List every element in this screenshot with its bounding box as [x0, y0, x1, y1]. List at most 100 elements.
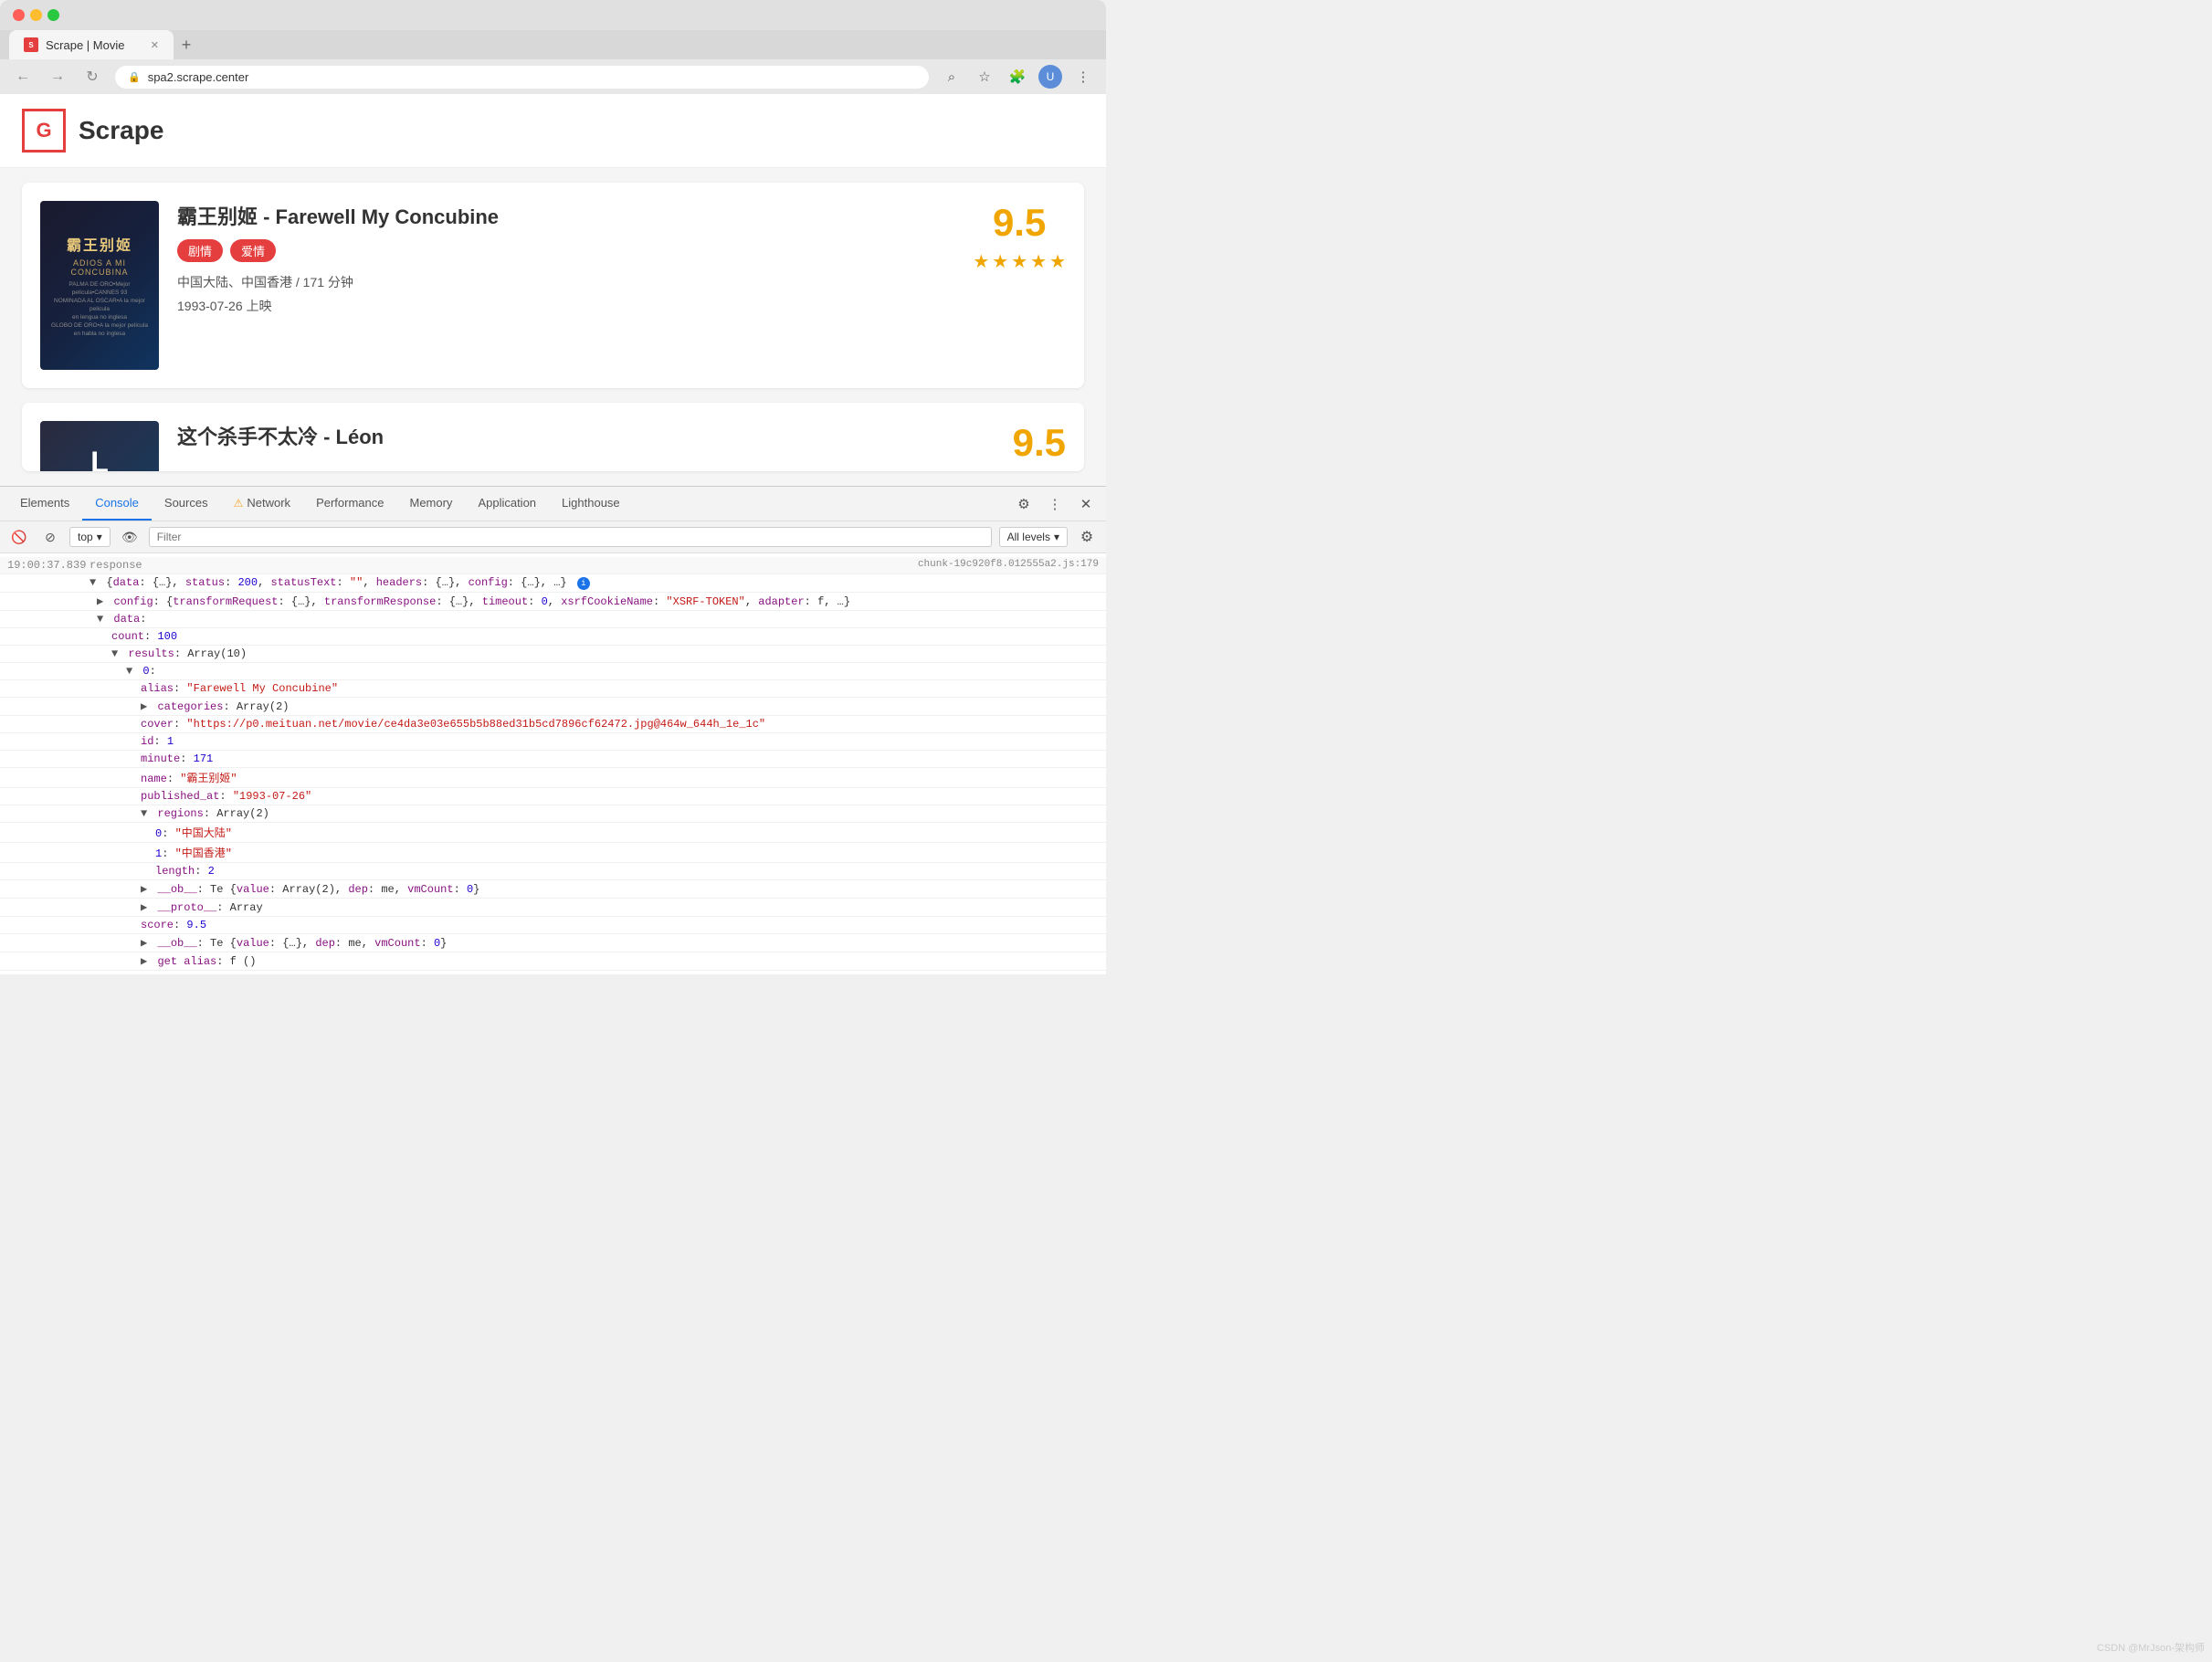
console-data: ▼ data: [97, 613, 1099, 626]
config-expand[interactable]: ▶ [97, 595, 103, 608]
url-input[interactable]: 🔒 spa2.scrape.center [115, 66, 929, 89]
bookmark-icon[interactable]: ☆ [973, 65, 996, 89]
console-region0: 0: "中国大陆" [155, 825, 1099, 840]
movie-info: 霸王别姬 - Farewell My Concubine 剧情 爱情 中国大陆、… [177, 201, 954, 315]
extensions-icon[interactable]: 🧩 [1006, 65, 1029, 89]
score-number: 9.5 [973, 201, 1066, 245]
ob2-expand[interactable]: ▶ [141, 937, 147, 950]
regions-expand[interactable]: ▼ [141, 807, 147, 820]
expand-icon[interactable]: ▼ [90, 576, 96, 589]
new-tab-icon: + [182, 36, 192, 55]
translate-icon[interactable]: ⌕ [940, 65, 964, 89]
movie-score-2: 9.5 [1013, 421, 1066, 465]
tab-console[interactable]: Console [82, 487, 152, 521]
menu-icon[interactable]: ⋮ [1071, 65, 1095, 89]
warn-icon: ⚠ [234, 497, 244, 510]
tab-lighthouse[interactable]: Lighthouse [549, 487, 633, 521]
forward-icon: → [50, 68, 65, 85]
close-button[interactable] [13, 9, 25, 21]
console-ob2-row: ▶ __ob__: Te {value: {…}, dep: me, vmCou… [0, 934, 1106, 952]
maximize-button[interactable] [47, 9, 59, 21]
refresh-button[interactable]: ↻ [80, 65, 104, 89]
item0-expand[interactable]: ▼ [126, 665, 132, 678]
lock-icon: 🔒 [128, 71, 141, 83]
tab-network[interactable]: ⚠ Network [221, 487, 303, 521]
console-source-link[interactable]: chunk-19c920f8.012555a2.js:179 [918, 559, 1099, 570]
settings-button[interactable]: ⚙ [1011, 491, 1037, 517]
console-minute-row: minute: 171 [0, 751, 1106, 768]
refresh-icon: ↻ [86, 68, 98, 86]
console-minute: minute: 171 [141, 752, 1099, 765]
console-ob2: ▶ __ob__: Te {value: {…}, dep: me, vmCou… [141, 936, 1099, 950]
log-levels-dropdown[interactable]: All levels ▾ [999, 527, 1068, 547]
console-settings-button[interactable]: ⚙ [1075, 525, 1099, 549]
console-filter-input[interactable] [149, 527, 992, 547]
close-devtools-button[interactable]: ✕ [1073, 491, 1099, 517]
star-5: ★ [1049, 250, 1066, 273]
back-button[interactable]: ← [11, 65, 35, 89]
console-response-row: 19:00:37.839 response chunk-19c920f8.012… [0, 557, 1106, 574]
console-results: ▼ results: Array(10) [111, 647, 1099, 660]
levels-label: All levels [1007, 531, 1050, 543]
categories-expand[interactable]: ▶ [141, 700, 147, 713]
forward-button[interactable]: → [46, 65, 69, 89]
tab-elements[interactable]: Elements [7, 487, 82, 521]
stars: ★ ★ ★ ★ ★ [973, 250, 1066, 273]
movie-date: 1993-07-26 上映 [177, 297, 954, 315]
minimize-button[interactable] [30, 9, 42, 21]
tab-sources[interactable]: Sources [152, 487, 221, 521]
tab-close-button[interactable]: ✕ [151, 39, 159, 51]
console-count: count: 100 [111, 630, 1099, 643]
star-1: ★ [973, 250, 989, 273]
console-name: name: "霸王别姬" [141, 770, 1099, 785]
console-response-label: response [90, 559, 911, 572]
proto-expand[interactable]: ▶ [141, 901, 147, 914]
get-alias-expand[interactable]: ▶ [141, 955, 147, 968]
console-score-row: score: 9.5 [0, 917, 1106, 934]
tab-application[interactable]: Application [465, 487, 549, 521]
console-id: id: 1 [141, 735, 1099, 748]
console-region1: 1: "中国香港" [155, 845, 1099, 860]
console-alias-row: alias: "Farewell My Concubine" [0, 680, 1106, 698]
site-title: Scrape [79, 116, 163, 145]
new-tab-button[interactable]: + [174, 32, 199, 58]
results-expand[interactable]: ▼ [111, 647, 118, 660]
poster-partial: L [40, 421, 159, 471]
console-config-row: ▶ config: {transformRequest: {…}, transf… [0, 593, 1106, 611]
browser-tab[interactable]: S Scrape | Movie ✕ [9, 30, 174, 59]
site-logo: G [22, 109, 66, 153]
ob1-expand[interactable]: ▶ [141, 883, 147, 896]
tab-performance[interactable]: Performance [303, 487, 396, 521]
profile-avatar[interactable]: U [1038, 65, 1062, 89]
site-header: G Scrape [0, 94, 1106, 168]
console-ob1: ▶ __ob__: Te {value: Array(2), dep: me, … [141, 882, 1099, 896]
chevron-down-icon: ▾ [97, 531, 102, 543]
toggle-filter-button[interactable]: ⊘ [38, 525, 62, 549]
star-4: ★ [1030, 250, 1047, 273]
clear-console-button[interactable]: 🚫 [7, 525, 31, 549]
tab-memory[interactable]: Memory [396, 487, 465, 521]
console-cover-row: cover: "https://p0.meituan.net/movie/ce4… [0, 716, 1106, 733]
console-get-alias-row: ▶ get alias: f () [0, 952, 1106, 971]
devtools-actions: ⚙ ⋮ ✕ [1011, 491, 1099, 517]
console-object-line: ▼ {data: {…}, status: 200, statusText: "… [90, 576, 1099, 590]
devtools-panel: Elements Console Sources ⚠ Network Perfo… [0, 486, 1106, 974]
console-config: ▶ config: {transformRequest: {…}, transf… [97, 594, 1099, 608]
eye-button[interactable]: 👁 [118, 525, 142, 549]
traffic-lights[interactable] [13, 9, 59, 21]
tab-favicon: S [24, 37, 38, 52]
tag-drama: 剧情 [177, 239, 223, 262]
movie-tags: 剧情 爱情 [177, 239, 954, 262]
svg-text:S: S [28, 41, 34, 49]
logo-icon: G [36, 119, 51, 142]
console-data-row: ▼ data: [0, 611, 1106, 628]
console-item0: ▼ 0: [126, 665, 1099, 678]
context-selector[interactable]: top ▾ [69, 527, 111, 547]
data-expand[interactable]: ▼ [97, 613, 103, 626]
address-bar: ← → ↻ 🔒 spa2.scrape.center ⌕ ☆ 🧩 U ⋮ [0, 59, 1106, 94]
console-item0-row: ▼ 0: [0, 663, 1106, 680]
console-alias: alias: "Farewell My Concubine" [141, 682, 1099, 695]
console-categories-row: ▶ categories: Array(2) [0, 698, 1106, 716]
score-number-2: 9.5 [1013, 421, 1066, 465]
more-options-button[interactable]: ⋮ [1042, 491, 1068, 517]
